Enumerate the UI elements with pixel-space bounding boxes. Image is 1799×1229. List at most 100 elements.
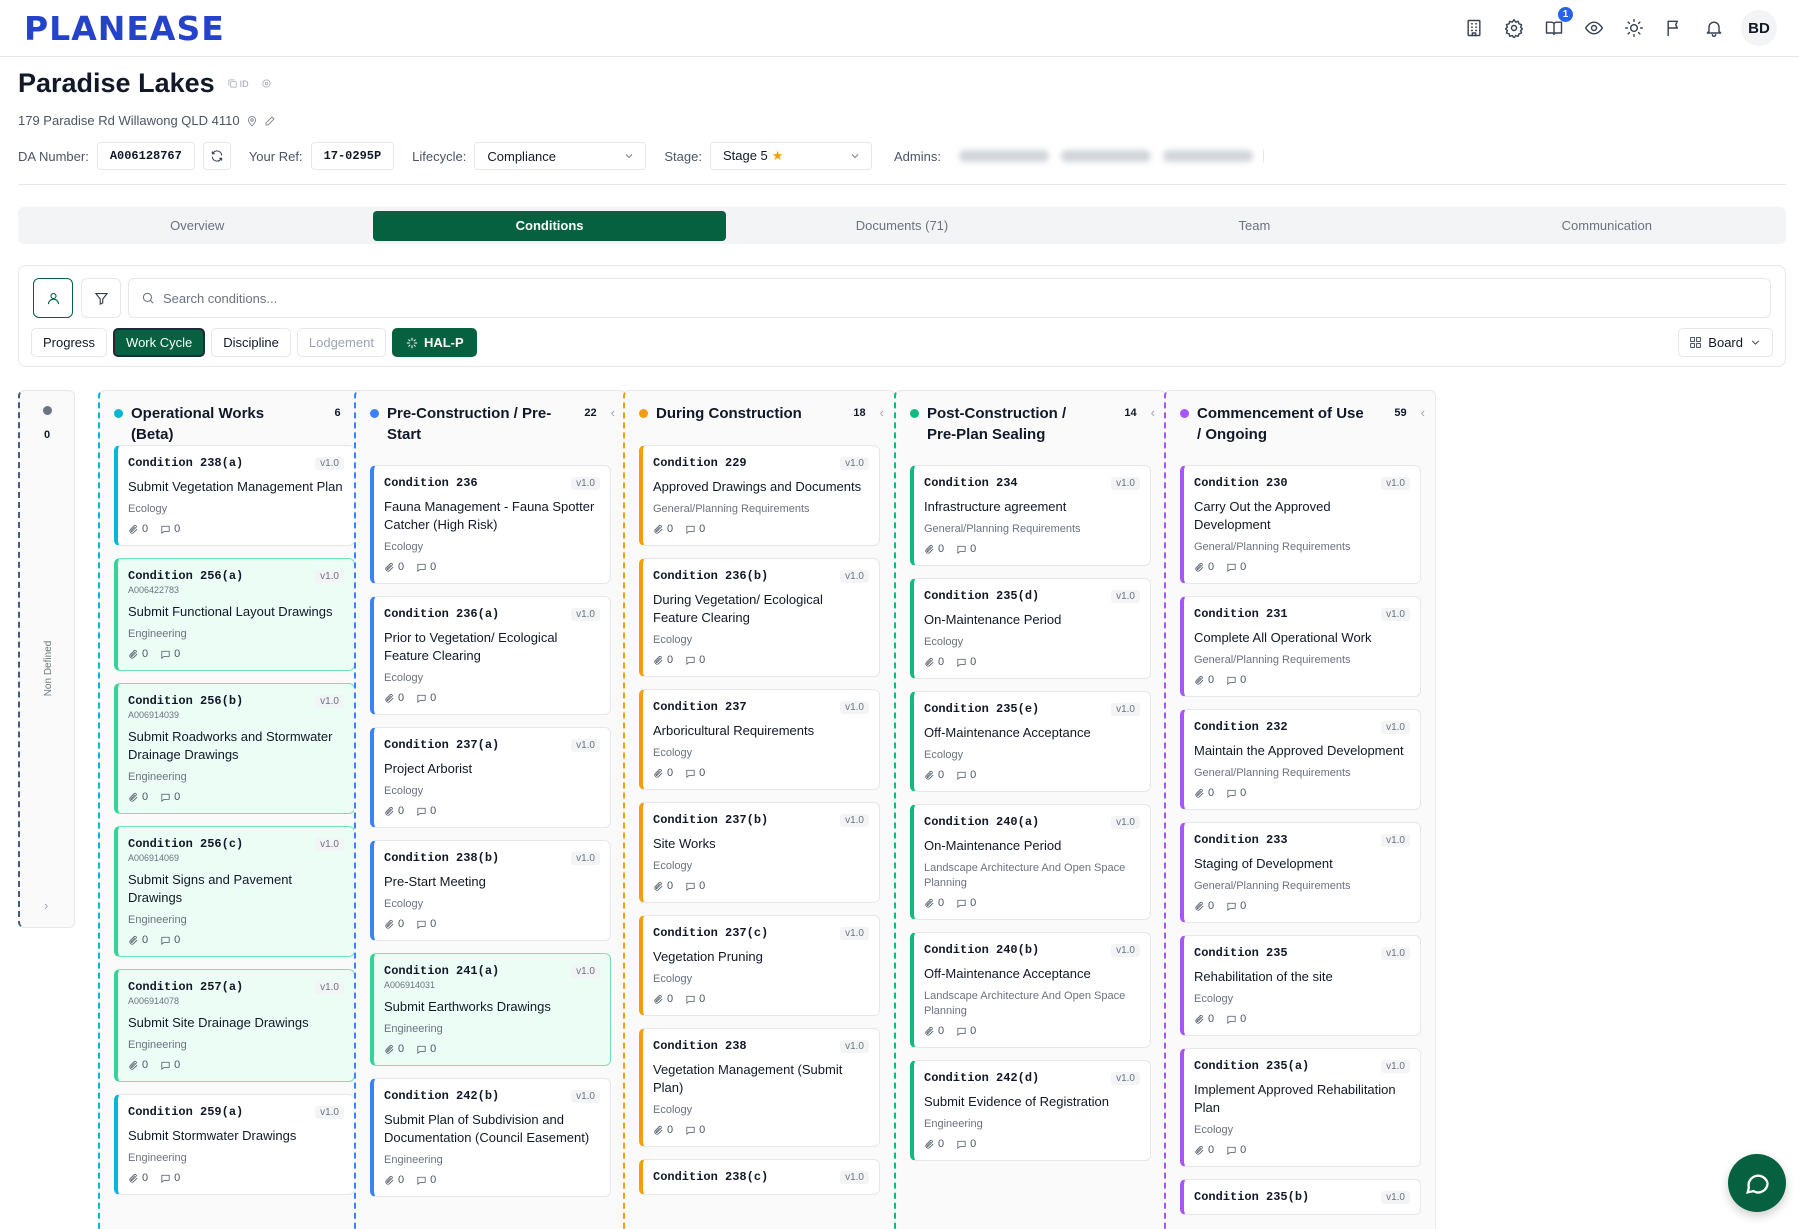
condition-card[interactable]: Condition 240(a) v1.0 On-Maintenance Perio… <box>910 804 1151 920</box>
admin-avatar[interactable] <box>1162 150 1253 162</box>
your-ref-value[interactable]: 17-0295P <box>310 142 395 170</box>
condition-card[interactable]: Condition 235(b) v1.0 <box>1180 1179 1421 1215</box>
attachments-value: 0 <box>938 656 945 668</box>
divider <box>18 184 1786 185</box>
version-badge: v1.0 <box>315 569 344 583</box>
version-badge: v1.0 <box>840 813 869 827</box>
version-badge: v1.0 <box>315 980 344 994</box>
condition-card[interactable]: Condition 237(a) v1.0 Project Arborist Ecol… <box>370 727 611 828</box>
da-number-value[interactable]: A006128767 <box>96 142 195 170</box>
condition-card[interactable]: Condition 235(e) v1.0 Off-Maintenance Acce… <box>910 691 1151 792</box>
tab-overview[interactable]: Overview <box>21 211 373 241</box>
comments-count: 0 <box>160 648 180 660</box>
version-badge: v1.0 <box>315 837 344 851</box>
tab-communication[interactable]: Communication <box>1431 211 1783 241</box>
chip-work-cycle[interactable]: Work Cycle <box>113 328 206 357</box>
condition-card[interactable]: Condition 238(b) v1.0 Pre-Start Meeting Eco… <box>370 840 611 941</box>
collapse-chevron-icon[interactable]: ‹ <box>880 405 884 420</box>
condition-card[interactable]: Condition 257(a) v1.0 A006914078 Submit Sit… <box>114 969 355 1082</box>
chevron-right-icon[interactable]: › <box>44 898 48 913</box>
comments-count: 0 <box>160 791 180 803</box>
collapse-chevron-icon[interactable]: ‹ <box>1151 405 1155 420</box>
tab-conditions[interactable]: Conditions <box>373 210 726 241</box>
version-badge: v1.0 <box>840 456 869 470</box>
collapsed-column[interactable]: 0 Non Defined › <box>18 390 75 928</box>
condition-card[interactable]: Condition 241(a) v1.0 A006914031 Submit Ear… <box>370 953 611 1066</box>
refresh-button[interactable] <box>202 142 231 170</box>
admin-avatar[interactable] <box>958 150 1049 162</box>
gear-icon[interactable] <box>1501 15 1527 41</box>
condition-card[interactable]: Condition 231 v1.0 Complete All Operationa… <box>1180 596 1421 697</box>
chat-button[interactable] <box>1728 1154 1786 1212</box>
condition-card[interactable]: Condition 238(c) v1.0 <box>639 1159 880 1195</box>
condition-number: Condition 259(a) <box>128 1105 244 1119</box>
condition-card[interactable]: Condition 237 v1.0 Arboricultural Requirem… <box>639 689 880 790</box>
version-badge: v1.0 <box>1381 476 1410 490</box>
condition-number: Condition 235(a) <box>1194 1059 1310 1073</box>
app-logo[interactable]: PLANEASE <box>24 9 225 48</box>
condition-card[interactable]: Condition 236(b) v1.0 During Vegetation/ E… <box>639 558 880 677</box>
chip-progress[interactable]: Progress <box>31 328 108 357</box>
view-select[interactable]: Board <box>1678 328 1773 357</box>
project-address-row: 179 Paradise Rd Willawong QLD 4110 <box>18 113 276 128</box>
project-settings-icon[interactable] <box>261 78 272 89</box>
condition-card[interactable]: Condition 237(c) v1.0 Vegetation Pruning Ec… <box>639 915 880 1016</box>
version-badge: v1.0 <box>1381 833 1410 847</box>
stage-select[interactable]: Stage 5 ★ <box>709 142 872 170</box>
condition-card[interactable]: Condition 233 v1.0 Staging of Development G… <box>1180 822 1421 923</box>
condition-card[interactable]: Condition 236(a) v1.0 Prior to Vegetation/… <box>370 596 611 715</box>
condition-card[interactable]: Condition 256(c) v1.0 A006914069 Submit Sig… <box>114 826 355 957</box>
comments-value: 0 <box>1240 674 1247 686</box>
map-pin-icon[interactable] <box>246 115 258 127</box>
condition-card[interactable]: Condition 237(b) v1.0 Site Works Ecology 0 0 <box>639 802 880 903</box>
attachments-value: 0 <box>667 1124 674 1136</box>
chip-discipline[interactable]: Discipline <box>211 328 291 357</box>
condition-card[interactable]: Condition 230 v1.0 Carry Out the Approved … <box>1180 465 1421 584</box>
book-icon[interactable]: 1 <box>1541 7 1573 41</box>
lifecycle-select[interactable]: Compliance <box>474 142 647 170</box>
paperclip-icon <box>384 1175 395 1186</box>
board-column: Post-Construction / Pre-Plan Sealing 14 ‹ C… <box>894 390 1166 1229</box>
condition-card[interactable]: Condition 240(b) v1.0 Off-Maintenance Acce… <box>910 932 1151 1048</box>
comment-icon <box>1226 1014 1237 1025</box>
condition-card[interactable]: Condition 236 v1.0 Fauna Management - Faun… <box>370 465 611 584</box>
attachments-count: 0 <box>1194 1144 1214 1156</box>
copy-id-button[interactable]: ID <box>227 78 249 89</box>
filter-button[interactable] <box>81 278 121 318</box>
tab-team[interactable]: Team <box>1078 211 1430 241</box>
condition-number: Condition 229 <box>653 456 747 470</box>
my-conditions-button[interactable] <box>33 278 73 318</box>
condition-card[interactable]: Condition 232 v1.0 Maintain the Approved D… <box>1180 709 1421 810</box>
condition-card[interactable]: Condition 235(a) v1.0 Implement Approved R… <box>1180 1048 1421 1167</box>
building-icon[interactable] <box>1461 15 1487 41</box>
sun-icon[interactable] <box>1621 15 1647 41</box>
column-count: 22 <box>584 407 597 419</box>
tab-documents[interactable]: Documents (71) <box>726 211 1078 241</box>
avatar[interactable]: BD <box>1741 10 1777 46</box>
condition-card[interactable]: Condition 234 v1.0 Infrastructure agreemen… <box>910 465 1151 566</box>
condition-card[interactable]: Condition 229 v1.0 Approved Drawings and D… <box>639 445 880 546</box>
edit-icon[interactable] <box>264 115 276 127</box>
condition-card[interactable]: Condition 242(d) v1.0 Submit Evidence of R… <box>910 1060 1151 1161</box>
condition-card[interactable]: Condition 238(a) v1.0 Submit Vegetation Ma… <box>114 445 355 546</box>
card-footer: 00 <box>1194 1013 1410 1025</box>
card-footer: 00 <box>1194 787 1410 799</box>
condition-card[interactable]: Condition 259(a) v1.0 Submit Stormwater Dr… <box>114 1094 355 1195</box>
flag-icon[interactable] <box>1661 15 1687 41</box>
condition-card[interactable]: Condition 256(b) v1.0 A006914039 Submit Roa… <box>114 683 355 814</box>
condition-card[interactable]: Condition 242(b) v1.0 Submit Plan of Subdi… <box>370 1078 611 1197</box>
search-input[interactable] <box>163 290 1711 306</box>
eye-icon[interactable] <box>1581 15 1607 41</box>
column-dot <box>639 409 648 418</box>
comments-value: 0 <box>699 767 706 779</box>
chip-hal-p[interactable]: HAL-P <box>391 328 477 357</box>
condition-card[interactable]: Condition 235 v1.0 Rehabilitation of the s… <box>1180 935 1421 1036</box>
chip-lodgement[interactable]: Lodgement <box>296 328 386 357</box>
collapse-chevron-icon[interactable]: ‹ <box>1421 405 1425 420</box>
collapse-chevron-icon[interactable]: ‹ <box>611 405 615 420</box>
admin-avatar[interactable] <box>1060 150 1151 162</box>
condition-card[interactable]: Condition 256(a) v1.0 A006422783 Submit Fun… <box>114 558 355 671</box>
bell-icon[interactable] <box>1701 15 1727 41</box>
condition-card[interactable]: Condition 238 v1.0 Vegetation Management (… <box>639 1028 880 1147</box>
condition-card[interactable]: Condition 235(d) v1.0 On-Maintenance Perio… <box>910 578 1151 679</box>
